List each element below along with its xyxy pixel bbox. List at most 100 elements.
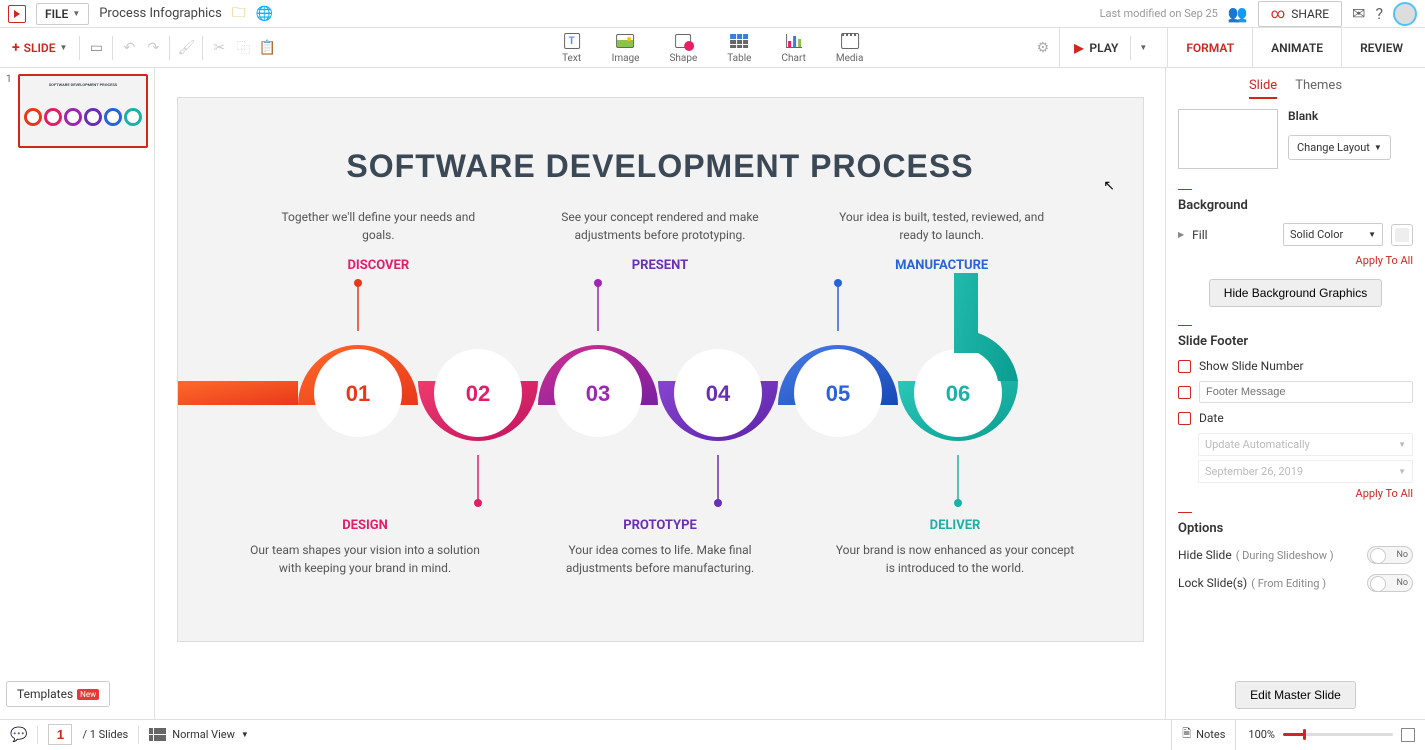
undo-icon[interactable]: ↶ — [117, 36, 141, 60]
svg-text:05: 05 — [825, 381, 849, 406]
cut-icon[interactable]: ✂ — [207, 36, 231, 60]
share-label: SHARE — [1291, 7, 1329, 21]
file-label: FILE — [45, 7, 68, 21]
lock-slide-label: Lock Slide(s) — [1178, 576, 1247, 590]
stage-desc-manufacture: Your idea is built, tested, reviewed, an… — [832, 208, 1052, 244]
app-logo-icon[interactable] — [8, 5, 26, 23]
folder-icon[interactable]: 🗀 — [232, 2, 246, 26]
redo-icon[interactable]: ↷ — [141, 36, 165, 60]
insert-image-button[interactable]: Image — [612, 31, 640, 64]
tab-format[interactable]: FORMAT — [1168, 28, 1253, 68]
chevron-down-icon: ▼ — [72, 9, 80, 18]
last-modified-label: Last modified on Sep 25 — [1100, 7, 1218, 20]
zoom-slider[interactable] — [1283, 733, 1393, 736]
plus-icon: + — [12, 40, 20, 56]
date-mode-select[interactable]: Update Automatically▼ — [1198, 433, 1413, 456]
zoom-value: 100% — [1248, 728, 1275, 741]
user-avatar[interactable] — [1393, 2, 1417, 26]
show-slide-number-label: Show Slide Number — [1199, 359, 1304, 373]
chevron-down-icon: ▼ — [1139, 43, 1147, 52]
stage-label-prototype: PROTOTYPE — [540, 518, 780, 533]
layout-preview — [1178, 109, 1278, 169]
caret-right-icon[interactable]: ▶ — [1178, 230, 1184, 239]
mail-icon[interactable]: ✉ — [1352, 4, 1365, 23]
normal-view-icon — [149, 728, 166, 741]
slide-thumbnail-1[interactable]: SOFTWARE DEVELOPMENT PROCESS — [18, 74, 148, 148]
checkbox-date[interactable] — [1178, 412, 1191, 425]
fit-to-screen-icon[interactable] — [1401, 728, 1415, 742]
thumbnail-number: 1 — [6, 74, 14, 148]
chevron-down-icon: ▼ — [1374, 143, 1382, 152]
stage-label-deliver: DELIVER — [835, 518, 1075, 533]
checkbox-footer-message[interactable] — [1178, 386, 1191, 399]
stage-desc-design: Our team shapes your vision into a solut… — [245, 541, 485, 577]
fill-type-select[interactable]: Solid Color▼ — [1283, 223, 1383, 246]
fill-color-chip[interactable] — [1391, 224, 1413, 246]
insert-media-button[interactable]: Media — [836, 31, 864, 64]
play-button[interactable]: ▶ PLAY ▼ — [1059, 28, 1157, 68]
new-badge: New — [77, 689, 99, 700]
toggle-hide-slide[interactable]: No — [1367, 546, 1413, 564]
copy-icon[interactable]: ⿻ — [231, 36, 255, 60]
play-label: PLAY — [1089, 41, 1118, 55]
collaborators-icon[interactable]: 👥 — [1228, 4, 1248, 23]
checkbox-show-slide-number[interactable] — [1178, 360, 1191, 373]
toggle-lock-slide[interactable]: No — [1367, 574, 1413, 592]
document-title[interactable]: Process Infographics — [99, 6, 222, 21]
total-slides-label: / 1 Slides — [82, 728, 128, 741]
hide-background-graphics-button[interactable]: Hide Background Graphics — [1209, 279, 1382, 307]
date-value-select[interactable]: September 26, 2019▼ — [1198, 460, 1413, 483]
apply-to-all-bg[interactable]: Apply To All — [1178, 254, 1413, 267]
insert-table-button[interactable]: Table — [727, 31, 751, 64]
share-button[interactable]: ∞ SHARE — [1258, 1, 1342, 27]
chevron-down-icon: ▼ — [241, 730, 249, 739]
templates-label: Templates — [17, 687, 73, 701]
templates-button[interactable]: Templates New — [6, 681, 110, 707]
footer-message-input[interactable] — [1199, 381, 1413, 403]
svg-text:03: 03 — [585, 381, 609, 406]
stage-label-present: PRESENT — [550, 258, 770, 273]
subtab-themes[interactable]: Themes — [1295, 78, 1342, 99]
subtab-slide[interactable]: Slide — [1249, 78, 1277, 99]
lock-slide-sublabel: ( From Editing ) — [1251, 577, 1326, 590]
add-slide-button[interactable]: + SLIDE ▼ — [4, 36, 75, 60]
share-icon: ∞ — [1271, 6, 1285, 22]
chevron-down-icon: ▼ — [60, 43, 68, 52]
insert-chart-button[interactable]: Chart — [781, 31, 805, 64]
slide-canvas[interactable]: SOFTWARE DEVELOPMENT PROCESS Together we… — [178, 98, 1143, 641]
stage-label-discover: DISCOVER — [268, 258, 488, 273]
current-page-input[interactable] — [48, 724, 72, 745]
format-panel: Slide Themes Blank Change Layout▼ Backgr… — [1165, 68, 1425, 719]
globe-icon[interactable]: 🌐 — [256, 6, 273, 22]
hide-slide-label: Hide Slide — [1178, 548, 1232, 562]
shape-icon — [675, 34, 691, 48]
svg-text:04: 04 — [705, 381, 730, 406]
section-background: Background — [1178, 198, 1413, 213]
paste-icon[interactable]: 📋 — [255, 36, 279, 60]
layout-view-icon[interactable]: ▭ — [84, 36, 108, 60]
canvas-area[interactable]: SOFTWARE DEVELOPMENT PROCESS Together we… — [155, 68, 1165, 719]
chart-icon — [786, 34, 802, 48]
svg-text:01: 01 — [345, 381, 369, 406]
stage-label-manufacture: MANUFACTURE — [832, 258, 1052, 273]
section-options: Options — [1178, 521, 1413, 536]
tab-animate[interactable]: ANIMATE — [1253, 28, 1342, 68]
view-mode-select[interactable]: Normal View ▼ — [149, 728, 249, 741]
edit-master-slide-button[interactable]: Edit Master Slide — [1235, 681, 1356, 709]
play-icon: ▶ — [1074, 41, 1083, 55]
stage-desc-discover: Together we'll define your needs and goa… — [268, 208, 488, 244]
insert-shape-button[interactable]: Shape — [669, 31, 697, 64]
text-icon: T — [564, 33, 580, 49]
notes-button[interactable]: 🗎 Notes — [1171, 720, 1236, 750]
slide-thumbnail-panel: 1 SOFTWARE DEVELOPMENT PROCESS Templates… — [0, 68, 155, 719]
file-menu-button[interactable]: FILE ▼ — [36, 3, 89, 25]
insert-text-button[interactable]: TText — [562, 31, 582, 64]
format-painter-icon[interactable]: 🖌 — [174, 36, 198, 60]
apply-to-all-footer[interactable]: Apply To All — [1178, 487, 1413, 500]
date-label: Date — [1199, 411, 1224, 425]
help-icon[interactable]: ? — [1375, 4, 1383, 23]
tab-review[interactable]: REVIEW — [1342, 28, 1421, 68]
gear-icon[interactable]: ⚙ — [1037, 40, 1050, 56]
comment-icon[interactable]: 💬 — [10, 727, 27, 743]
change-layout-button[interactable]: Change Layout▼ — [1288, 135, 1391, 160]
